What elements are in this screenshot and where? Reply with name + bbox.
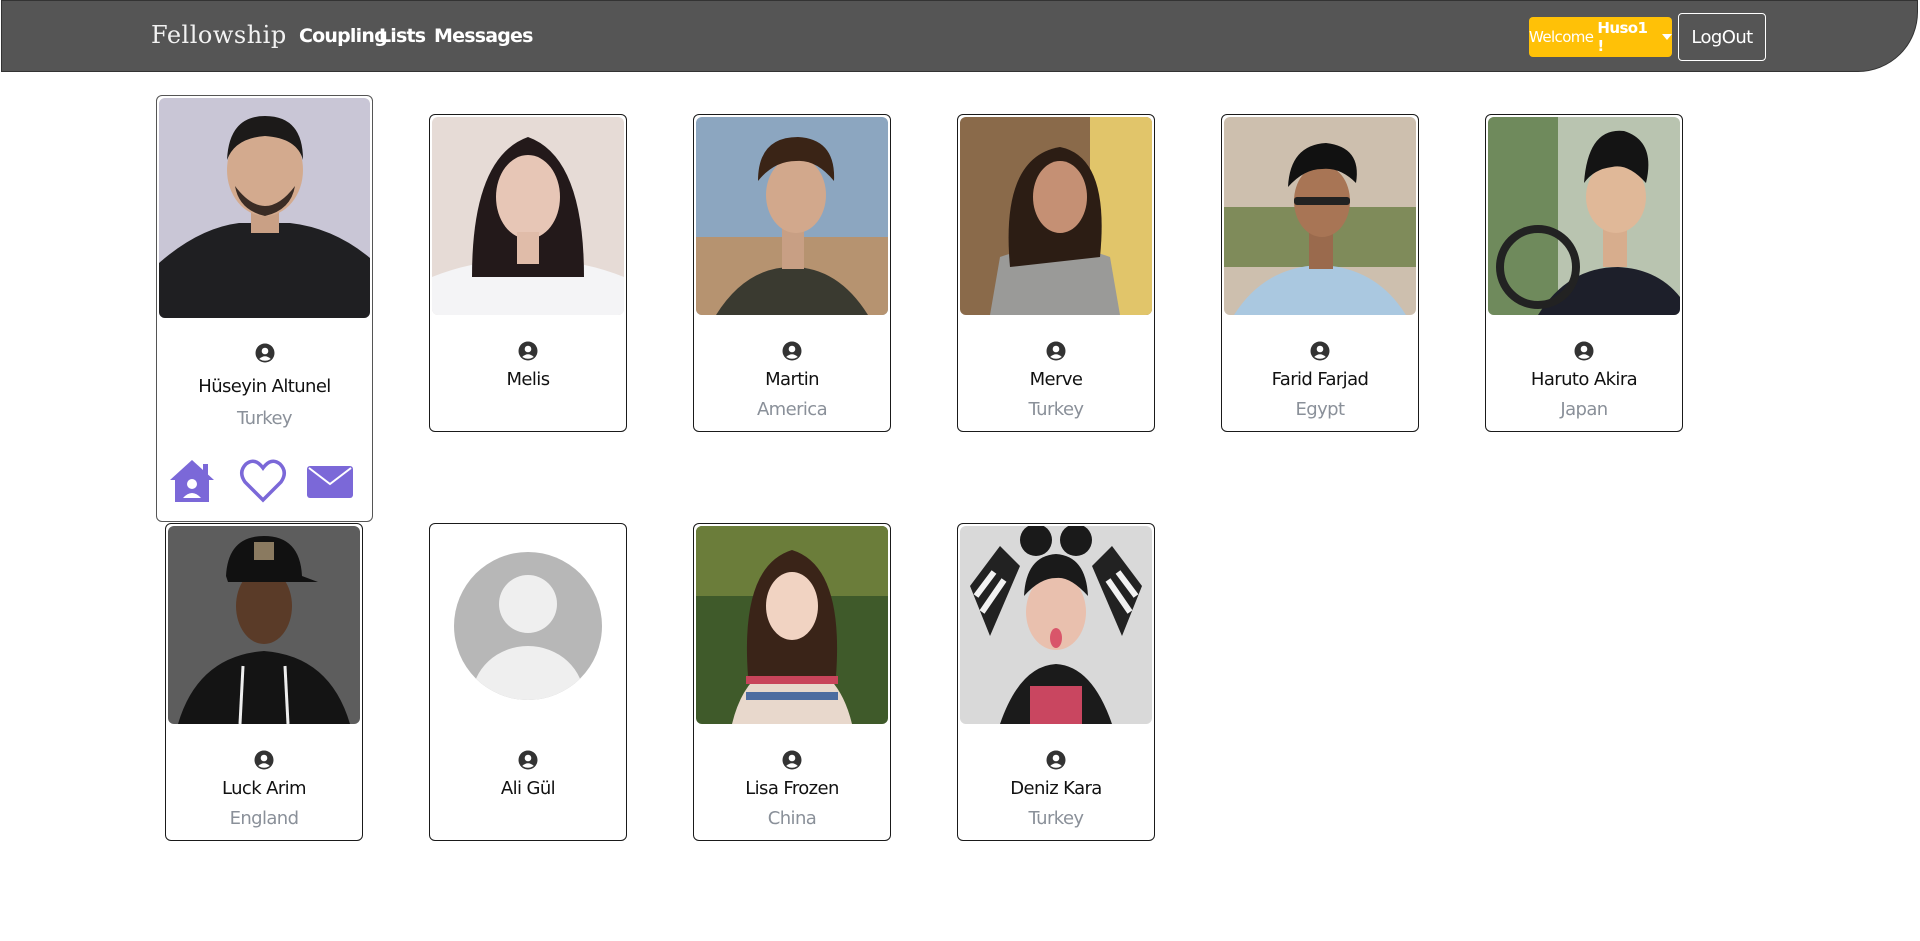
- caret-down-icon: [1662, 34, 1672, 40]
- user-circle-icon: [1046, 341, 1066, 361]
- user-circle-icon: [518, 341, 538, 361]
- profile-photo: [432, 117, 624, 315]
- profile-name: Luck Arim: [221, 778, 307, 799]
- profile-card[interactable]: Farid Farjad Egypt: [1221, 114, 1419, 432]
- profile-card[interactable]: Martin America: [693, 114, 891, 432]
- heart-icon[interactable]: [239, 458, 287, 504]
- profile-card[interactable]: Luck Arim England: [165, 523, 363, 841]
- profile-name: Martin: [765, 369, 819, 390]
- nav-link-coupling[interactable]: Coupling: [299, 25, 388, 47]
- profile-card[interactable]: Merve Turkey: [957, 114, 1155, 432]
- profile-photo: [696, 117, 888, 315]
- profile-card[interactable]: Lisa Frozen China: [693, 523, 891, 841]
- profile-card[interactable]: Deniz Kara Turkey: [957, 523, 1155, 841]
- profile-card[interactable]: Ali Gül: [429, 523, 627, 841]
- profile-actions: [157, 458, 372, 504]
- nav-link-lists[interactable]: Lists: [379, 25, 426, 47]
- user-circle-icon: [1574, 341, 1594, 361]
- profile-photo: [1224, 117, 1416, 315]
- profile-photo: [960, 526, 1152, 724]
- profile-name: Farid Farjad: [1271, 369, 1369, 390]
- profile-name: Ali Gül: [500, 778, 556, 799]
- user-circle-icon: [254, 750, 274, 770]
- brand-logo[interactable]: Fellowship: [151, 21, 287, 49]
- profile-country: America: [756, 399, 828, 420]
- profile-photo: [1488, 117, 1680, 315]
- home-icon[interactable]: [168, 458, 216, 504]
- user-circle-icon: [518, 750, 538, 770]
- profile-country: China: [767, 808, 817, 829]
- nav-link-messages[interactable]: Messages: [434, 25, 533, 47]
- user-circle-icon: [782, 750, 802, 770]
- profile-name: Melis: [506, 369, 551, 390]
- profile-photo: [696, 526, 888, 724]
- profile-card[interactable]: Melis: [429, 114, 627, 432]
- top-navbar: Fellowship Coupling Lists Messages Welco…: [1, 0, 1918, 72]
- profile-name: Merve: [1029, 369, 1083, 390]
- profile-country: Turkey: [237, 408, 293, 429]
- user-circle-icon: [782, 341, 802, 361]
- profile-card[interactable]: Haruto Akira Japan: [1485, 114, 1683, 432]
- profile-name: Haruto Akira: [1530, 369, 1638, 390]
- welcome-dropdown-button[interactable]: Welcome Huso1 !: [1529, 17, 1672, 57]
- profile-country: Egypt: [1295, 399, 1346, 420]
- welcome-prefix: Welcome: [1529, 28, 1594, 46]
- user-circle-icon: [1046, 750, 1066, 770]
- profile-photo: [960, 117, 1152, 315]
- welcome-username: Huso1 !: [1597, 19, 1648, 55]
- user-circle-icon: [255, 343, 274, 363]
- profile-country: Turkey: [1028, 399, 1085, 420]
- logout-button[interactable]: LogOut: [1678, 13, 1766, 61]
- default-avatar: [432, 526, 624, 724]
- profile-name: Lisa Frozen: [745, 778, 839, 799]
- profile-photo: [168, 526, 360, 724]
- profile-country: Japan: [1560, 399, 1608, 420]
- user-circle-icon: [1310, 341, 1330, 361]
- profile-name: Deniz Kara: [1010, 778, 1102, 799]
- profile-country: Turkey: [1028, 808, 1085, 829]
- profile-photo: [159, 98, 370, 318]
- profile-name: Hüseyin Altunel: [198, 376, 331, 397]
- profile-country: England: [229, 808, 299, 829]
- featured-profile-card: Hüseyin Altunel Turkey: [156, 95, 373, 522]
- envelope-icon[interactable]: [306, 458, 354, 504]
